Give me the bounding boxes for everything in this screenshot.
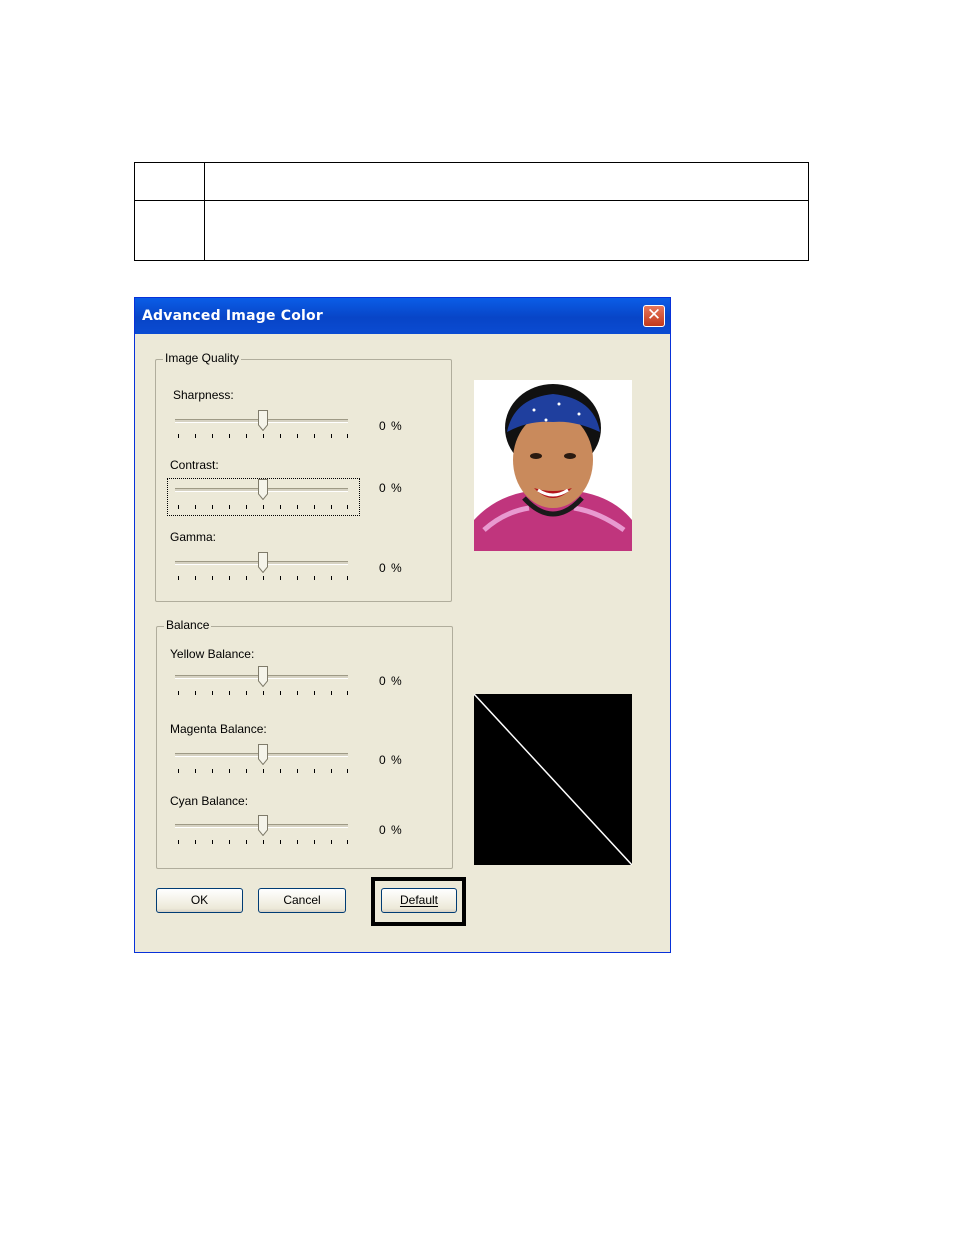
preview-photo bbox=[474, 380, 632, 551]
magenta-balance-label: Magenta Balance: bbox=[170, 722, 267, 736]
table-cell bbox=[204, 200, 809, 261]
table-cell bbox=[134, 200, 205, 261]
magenta-balance-value: 0 % bbox=[379, 753, 403, 767]
sharpness-value: 0 % bbox=[379, 419, 403, 433]
title-bar[interactable]: Advanced Image Color ✕ bbox=[135, 298, 670, 334]
table-row bbox=[134, 200, 809, 261]
slider-ticks bbox=[178, 576, 348, 580]
yellow-balance-value: 0 % bbox=[379, 674, 403, 688]
slider-thumb[interactable] bbox=[258, 815, 268, 836]
table-cell bbox=[204, 161, 809, 202]
gamma-label: Gamma: bbox=[170, 530, 217, 544]
gamma-value: 0 % bbox=[379, 561, 403, 575]
slider-thumb[interactable] bbox=[258, 479, 268, 500]
table-cell bbox=[134, 161, 205, 202]
slider-ticks bbox=[178, 434, 348, 438]
cyan-balance-value: 0 % bbox=[379, 823, 403, 837]
balance-group: Balance Yellow Balance: 0 % Magenta Bala… bbox=[156, 618, 453, 869]
cancel-button[interactable]: Cancel bbox=[258, 888, 346, 913]
contrast-label: Contrast: bbox=[170, 458, 219, 472]
slider-thumb[interactable] bbox=[258, 552, 268, 573]
ok-button[interactable]: OK bbox=[156, 888, 243, 913]
balance-legend: Balance bbox=[164, 618, 212, 632]
document-table bbox=[134, 161, 809, 261]
color-curve-preview bbox=[473, 693, 633, 866]
image-quality-group: Image Quality Sharpness: 0 % Contrast: 0… bbox=[155, 351, 452, 602]
table-row bbox=[134, 161, 809, 202]
slider-ticks bbox=[178, 691, 348, 695]
slider-ticks bbox=[178, 505, 348, 509]
close-button[interactable]: ✕ bbox=[643, 305, 665, 327]
slider-thumb[interactable] bbox=[258, 410, 268, 431]
contrast-value: 0 % bbox=[379, 481, 403, 495]
slider-ticks bbox=[178, 769, 348, 773]
image-quality-legend: Image Quality bbox=[163, 351, 242, 365]
advanced-image-color-dialog: Advanced Image Color ✕ Image Quality Sha… bbox=[134, 297, 671, 953]
close-icon: ✕ bbox=[646, 305, 662, 325]
cyan-balance-label: Cyan Balance: bbox=[170, 794, 249, 808]
slider-ticks bbox=[178, 840, 348, 844]
slider-thumb[interactable] bbox=[258, 666, 268, 687]
default-button-highlight bbox=[371, 877, 466, 926]
dialog-client-area: Image Quality Sharpness: 0 % Contrast: 0… bbox=[138, 334, 667, 949]
dialog-title: Advanced Image Color bbox=[142, 308, 323, 324]
sharpness-label: Sharpness: bbox=[173, 388, 234, 402]
yellow-balance-label: Yellow Balance: bbox=[170, 647, 255, 661]
slider-thumb[interactable] bbox=[258, 744, 268, 765]
